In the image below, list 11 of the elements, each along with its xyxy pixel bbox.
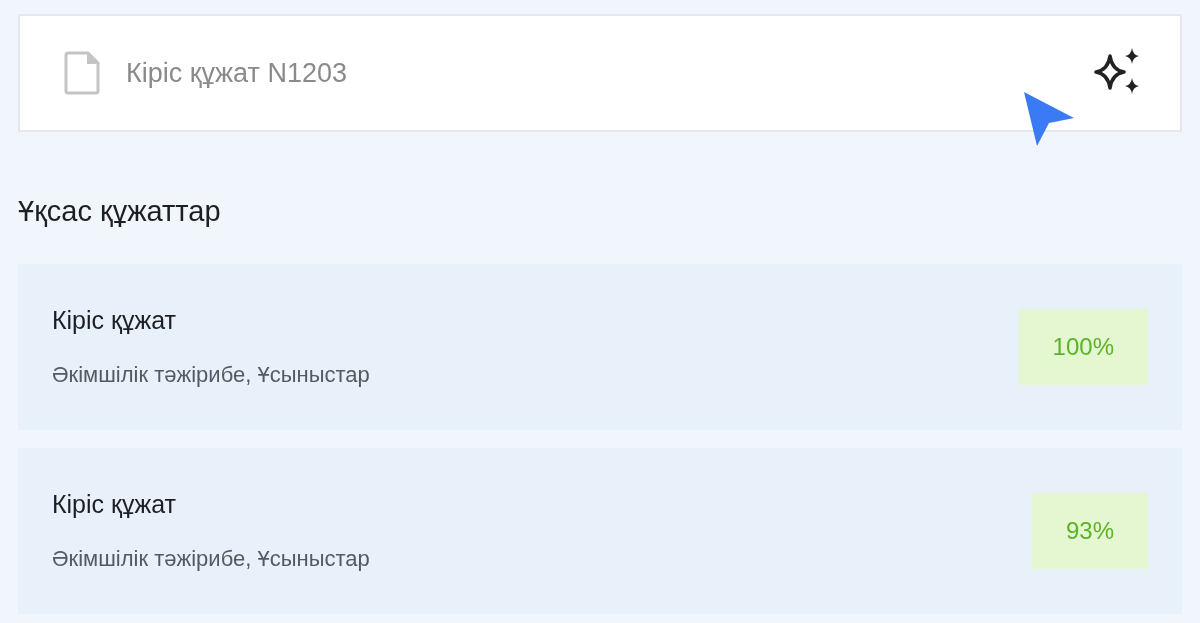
match-percentage: 93% bbox=[1031, 492, 1148, 569]
document-icon bbox=[64, 51, 100, 95]
document-tags: Әкімшілік тәжірибе, Ұсыныстар bbox=[52, 541, 370, 575]
search-field[interactable]: Кіріс құжат N1203 bbox=[124, 51, 824, 95]
document-title: Кіріс құжат bbox=[52, 305, 177, 337]
document-card[interactable]: Кіріс құжат Әкімшілік тәжірибе, Ұсыныстар 100% bbox=[18, 263, 1182, 430]
match-percentage: 100% bbox=[1018, 308, 1148, 385]
document-card[interactable]: Кіріс құжат Әкімшілік тәжірибе, Ұсыныстар 93% bbox=[18, 447, 1182, 614]
document-tags: Әкімшілік тәжірибе, Ұсыныстар bbox=[52, 357, 370, 391]
document-title: Кіріс құжат bbox=[52, 489, 177, 521]
section-title: Ұқсас құжаттар bbox=[18, 194, 222, 229]
